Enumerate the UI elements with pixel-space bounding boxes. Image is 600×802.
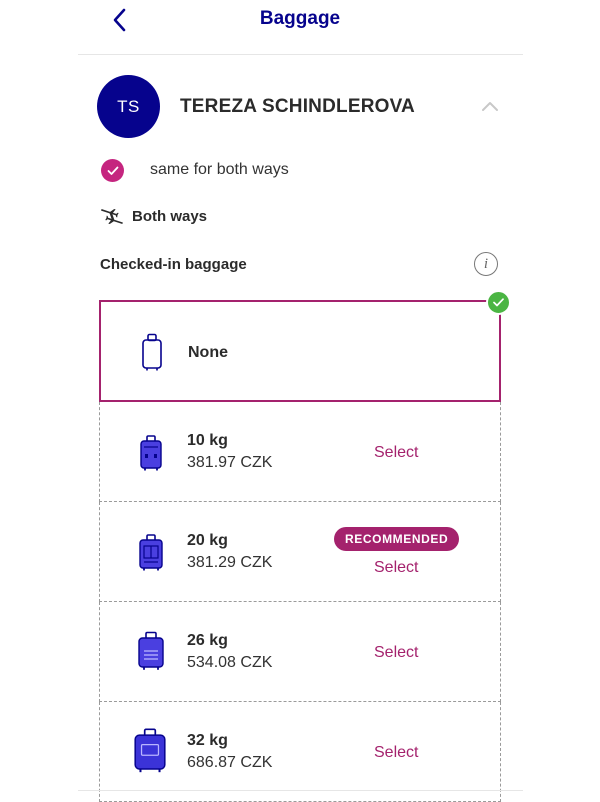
selected-check-badge <box>486 290 511 315</box>
large-suitcase-icon <box>138 631 164 670</box>
baggage-option-20kg[interactable]: 20 kg 381.29 CZK RECOMMENDED Select <box>99 502 501 602</box>
option-weight: 10 kg <box>187 432 228 449</box>
option-price: 534.08 CZK <box>187 654 273 671</box>
extra-large-suitcase-icon <box>134 728 166 773</box>
page-title: Baggage <box>259 8 341 29</box>
baggage-option-10kg[interactable]: 10 kg 381.97 CZK Select <box>99 402 501 502</box>
option-label: None <box>188 344 228 361</box>
recommended-badge: RECOMMENDED <box>334 527 460 551</box>
chevron-up-icon <box>482 101 498 111</box>
same-for-both-ways-checkbox[interactable] <box>101 159 124 182</box>
round-trip-plane-icon <box>101 208 123 225</box>
select-button[interactable]: Select <box>374 444 418 462</box>
check-icon <box>107 166 118 175</box>
select-button[interactable]: Select <box>374 744 418 762</box>
baggage-option-26kg[interactable]: 26 kg 534.08 CZK Select <box>99 602 501 702</box>
option-weight: 20 kg <box>187 532 228 549</box>
avatar: TS <box>97 75 160 138</box>
select-button[interactable]: Select <box>374 559 418 577</box>
baggage-option-none[interactable]: None <box>99 290 511 402</box>
select-button[interactable]: Select <box>374 644 418 662</box>
option-price: 381.29 CZK <box>187 554 273 571</box>
bottom-divider <box>78 790 523 791</box>
info-button[interactable]: i <box>474 252 498 276</box>
header-divider <box>78 54 523 55</box>
option-price: 686.87 CZK <box>187 754 273 771</box>
medium-suitcase-icon <box>139 534 163 571</box>
option-weight: 32 kg <box>187 732 228 749</box>
section-title: Checked-in baggage <box>100 256 247 273</box>
baggage-option-32kg[interactable]: 32 kg 686.87 CZK Select <box>99 702 501 802</box>
header: Baggage <box>0 0 600 42</box>
option-price: 381.97 CZK <box>187 454 273 471</box>
info-icon: i <box>483 255 489 272</box>
passenger-name: TEREZA SCHINDLEROVA <box>180 96 415 117</box>
baggage-options: None 10 kg 381.97 CZK Select 20 kg 381.2… <box>99 290 511 802</box>
direction-label: Both ways <box>132 208 208 225</box>
collapse-button[interactable] <box>478 96 502 116</box>
option-weight: 26 kg <box>187 632 228 649</box>
empty-suitcase-icon <box>142 333 162 371</box>
same-for-both-ways-label: same for both ways <box>150 161 289 178</box>
check-icon <box>493 298 504 307</box>
small-suitcase-icon <box>140 435 162 471</box>
